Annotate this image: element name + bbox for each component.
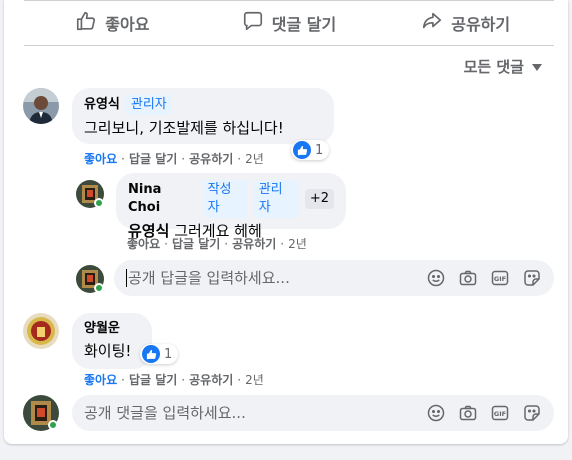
comment-timestamp[interactable]: 2년: [245, 150, 264, 167]
sort-label: 모든 댓글: [463, 58, 524, 76]
online-status-icon: [94, 198, 104, 208]
like-button-label: 좋아요: [105, 15, 150, 34]
like-button[interactable]: 좋아요: [24, 2, 201, 44]
comment-like-link[interactable]: 좋아요: [84, 371, 117, 388]
reply-author[interactable]: Nina Choi: [128, 181, 197, 217]
reaction-count[interactable]: 1: [140, 344, 179, 364]
comment-share-link[interactable]: 공유하기: [189, 150, 233, 167]
post-card: 좋아요 댓글 달기 공유하기 모든 댓글 유영식 관리자 그리보니, 기조발제를…: [4, 0, 568, 444]
text-cursor: [126, 269, 127, 287]
comment-bubble-2: 양월운 화이팅!: [72, 313, 152, 369]
admin-badge[interactable]: 관리자: [253, 180, 299, 218]
reply-bubble-1: Nina Choi 작성자 관리자 +2 유영식 그러게요 헤헤: [116, 173, 346, 240]
comment-sort-dropdown[interactable]: 모든 댓글: [464, 56, 542, 77]
reaction-count-value: 1: [315, 142, 324, 158]
comment-author[interactable]: 유영식: [84, 96, 120, 114]
emoji-icon[interactable]: [426, 403, 446, 423]
author-badge[interactable]: 작성자: [202, 180, 248, 218]
comment-reply-link[interactable]: 답글 달기: [129, 371, 177, 388]
comment-author[interactable]: 양월운: [84, 320, 120, 338]
comment-timestamp[interactable]: 2년: [245, 371, 264, 388]
reply-like-link[interactable]: 좋아요: [127, 235, 160, 252]
sticker-icon[interactable]: [522, 403, 542, 423]
gif-icon[interactable]: GIF: [490, 403, 510, 423]
like-reaction-icon: [293, 141, 311, 159]
avatar-comment-1[interactable]: [23, 88, 59, 124]
online-status-icon: [94, 283, 104, 293]
svg-text:GIF: GIF: [494, 275, 506, 283]
reaction-count[interactable]: 1: [291, 140, 330, 160]
sticker-icon[interactable]: [522, 268, 542, 288]
admin-badge[interactable]: 관리자: [125, 95, 172, 115]
top-divider: [24, 0, 554, 1]
gif-icon[interactable]: GIF: [490, 268, 510, 288]
avatar-comment-2[interactable]: [23, 313, 59, 349]
online-status-icon: [48, 420, 58, 430]
share-button-label: 공유하기: [451, 15, 511, 34]
comment-button-label: 댓글 달기: [271, 15, 337, 34]
reaction-count-value: 1: [164, 346, 173, 362]
reply-timestamp[interactable]: 2년: [288, 235, 307, 252]
chevron-down-icon: [532, 64, 542, 71]
reply-input[interactable]: [128, 269, 426, 287]
reply-share-link[interactable]: 공유하기: [232, 235, 276, 252]
camera-icon[interactable]: [458, 403, 478, 423]
comment-input-box: GIF: [72, 395, 554, 431]
reply-reply-link[interactable]: 답글 달기: [172, 235, 220, 252]
comment-button[interactable]: 댓글 달기: [201, 2, 378, 44]
comment-share-link[interactable]: 공유하기: [189, 371, 233, 388]
more-badges[interactable]: +2: [304, 189, 334, 209]
svg-text:GIF: GIF: [494, 410, 506, 418]
post-action-bar: 좋아요 댓글 달기 공유하기: [24, 2, 554, 44]
comment-like-link[interactable]: 좋아요: [84, 150, 117, 167]
comment-input[interactable]: [84, 404, 426, 422]
comment-reply-link[interactable]: 답글 달기: [129, 150, 177, 167]
comment-actions-2: 좋아요 · 답글 달기 · 공유하기 · 2년: [84, 371, 264, 388]
thumbs-up-icon: [75, 10, 97, 36]
emoji-icon[interactable]: [426, 268, 446, 288]
reply-input-box: GIF: [114, 260, 554, 296]
action-divider: [24, 45, 554, 46]
like-reaction-icon: [142, 345, 160, 363]
reply-actions-1: 좋아요 · 답글 달기 · 공유하기 · 2년: [127, 235, 307, 252]
share-icon: [421, 10, 443, 36]
camera-icon[interactable]: [458, 268, 478, 288]
comment-actions-1: 좋아요 · 답글 달기 · 공유하기 · 2년: [84, 150, 264, 167]
comment-bubble-1: 유영식 관리자 그리보니, 기조발제를 하십니다!: [72, 88, 334, 144]
comment-text: 화이팅!: [84, 342, 132, 360]
share-button[interactable]: 공유하기: [377, 2, 554, 44]
comment-text: 그리보니, 기조발제를 하십니다!: [84, 119, 284, 137]
comment-icon: [242, 10, 264, 36]
